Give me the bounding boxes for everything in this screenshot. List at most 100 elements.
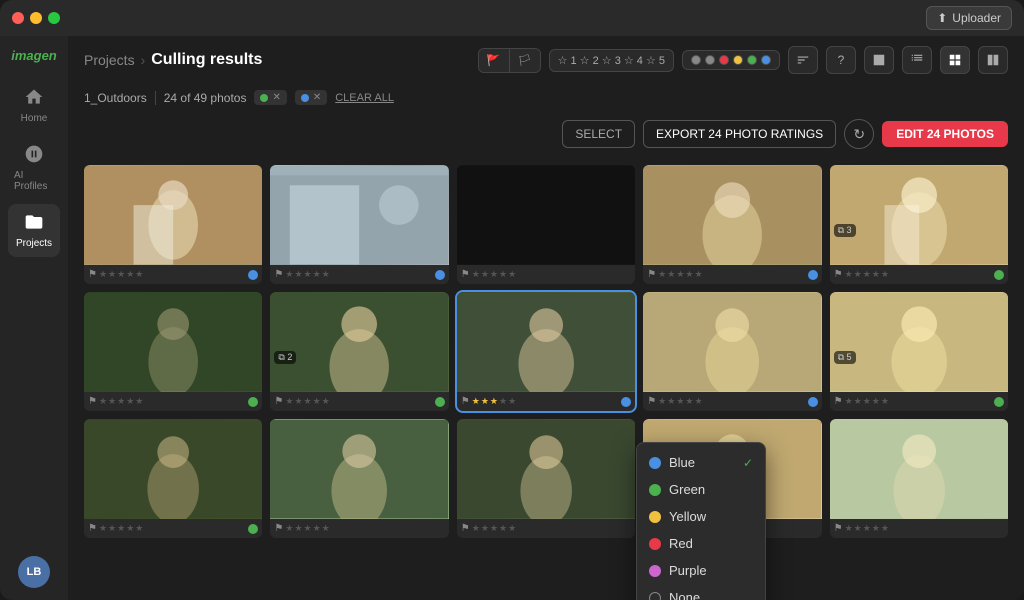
uploader-button[interactable]: ⬆ Uploader <box>926 6 1012 30</box>
flag-icon: ⚑ <box>834 523 843 534</box>
avatar[interactable]: LB <box>18 556 50 588</box>
star-rating: ★★★★★ <box>845 269 889 280</box>
blue-dot <box>649 457 661 469</box>
remove-green-filter[interactable]: ✕ <box>272 92 280 103</box>
edit-button[interactable]: EDIT 24 PHOTOS <box>882 121 1008 147</box>
photo-thumbnail: ⧉ 3 <box>830 165 1008 265</box>
dropdown-label-purple: Purple <box>669 563 707 578</box>
photo-footer: ⚑ ★★★★★ <box>643 265 821 284</box>
top-bar-right: 🚩 🏳 ☆ 1 ☆ 2 ☆ 3 ☆ 4 ☆ 5 <box>478 46 1008 74</box>
export-button[interactable]: EXPORT 24 PHOTO RATINGS <box>643 120 836 148</box>
star-rating: ★★★★★ <box>472 523 516 534</box>
flag-icon: ⚑ <box>88 269 97 280</box>
photo-thumbnail <box>270 165 448 265</box>
dropdown-label-red: Red <box>669 536 693 551</box>
top-bar: Projects › Culling results 🚩 🏳 ☆ 1 ☆ 2 ☆… <box>68 36 1024 84</box>
color-indicator <box>808 397 818 407</box>
photo-footer: ⚑ ★★★★★ <box>270 265 448 284</box>
single-view-btn[interactable] <box>864 46 894 74</box>
star-rating: ★★★★★ <box>472 269 516 280</box>
breadcrumb-parent[interactable]: Projects <box>84 52 135 68</box>
photo-card[interactable]: ⚑ ★★★★★ <box>84 292 262 411</box>
color-filter-empty2 <box>705 55 715 65</box>
star-rating: ★★★★★ <box>658 396 702 407</box>
breadcrumb-separator: › <box>141 52 146 68</box>
sort-icon-btn[interactable] <box>788 46 818 74</box>
color-filter-green <box>747 55 757 65</box>
compare-view-btn[interactable] <box>978 46 1008 74</box>
flag-icon: ⚑ <box>647 396 656 407</box>
photo-card[interactable]: ⚑ ★★★★★ <box>457 165 635 284</box>
photo-footer: ⚑ ★★★★★ <box>457 392 635 411</box>
photo-card[interactable]: ⚑ ★★★★★ <box>84 419 262 538</box>
dropdown-label-yellow: Yellow <box>669 509 706 524</box>
sidebar-item-home[interactable]: Home <box>8 79 60 132</box>
photo-footer: ⚑ ★★★★★ <box>270 519 448 538</box>
sidebar-item-label: Projects <box>16 238 52 249</box>
clear-all-button[interactable]: CLEAR ALL <box>335 92 394 104</box>
photo-badge: ⧉ 5 <box>834 351 856 364</box>
dropdown-item-red[interactable]: Red <box>637 530 765 557</box>
star-rating: ★★★★★ <box>285 523 329 534</box>
photo-thumbnail: ⧉ 2 <box>270 292 448 392</box>
photo-thumbnail <box>84 165 262 265</box>
photo-card[interactable]: ⧉ 3 ⚑ ★★★★★ <box>830 165 1008 284</box>
dropdown-item-green[interactable]: Green <box>637 476 765 503</box>
app-window: ⬆ Uploader imagen Home AI Profiles <box>0 0 1024 600</box>
flag-icon: ⚑ <box>461 523 470 534</box>
photo-thumbnail <box>643 165 821 265</box>
photo-footer: ⚑ ★★★★★ <box>84 265 262 284</box>
star-rating: ★★★★★ <box>99 523 143 534</box>
photo-card[interactable]: ⚑ ★★★★★ <box>643 292 821 411</box>
sidebar-item-projects[interactable]: Projects <box>8 204 60 257</box>
list-view-btn[interactable] <box>902 46 932 74</box>
color-filter[interactable] <box>682 50 780 70</box>
photo-grid: ⚑ ★★★★★ <box>84 165 1008 538</box>
select-button[interactable]: SELECT <box>562 120 635 148</box>
photo-footer: ⚑ ★★★★★ <box>830 265 1008 284</box>
photo-card[interactable]: ⚑ ★★★★★ <box>830 419 1008 538</box>
active-filter-green: ✕ <box>254 90 286 105</box>
photo-card[interactable]: ⧉ 5 ⚑ ★★★★★ <box>830 292 1008 411</box>
dropdown-item-none[interactable]: None <box>637 584 765 600</box>
dropdown-item-purple[interactable]: Purple <box>637 557 765 584</box>
color-filter-empty <box>691 55 701 65</box>
photo-card[interactable]: ⚑ ★★★★★ <box>270 419 448 538</box>
help-icon-btn[interactable]: ? <box>826 46 856 74</box>
star-filter[interactable]: ☆ 1 ☆ 2 ☆ 3 ☆ 4 ☆ 5 <box>549 49 674 72</box>
close-button[interactable] <box>12 12 24 24</box>
photo-card[interactable]: ⚑ ★★★★★ <box>270 165 448 284</box>
maximize-button[interactable] <box>48 12 60 24</box>
color-indicator[interactable] <box>621 397 631 407</box>
grid-area: ⚑ ★★★★★ <box>68 157 1024 600</box>
upload-icon: ⬆ <box>937 11 947 25</box>
photo-card[interactable]: ⚑ ★★★★★ <box>643 165 821 284</box>
minimize-button[interactable] <box>30 12 42 24</box>
photo-card-selected[interactable]: ⚑ ★★★★★ <box>457 292 635 411</box>
photo-card[interactable]: ⚑ ★★★★★ <box>84 165 262 284</box>
bookmark-filter-btn[interactable]: 🏳 <box>510 49 540 72</box>
photo-footer: ⚑ ★★★★★ <box>643 392 821 411</box>
uploader-label: Uploader <box>952 11 1001 25</box>
flag-icon: ⚑ <box>88 396 97 407</box>
dropdown-item-blue[interactable]: Blue ✓ <box>637 449 765 476</box>
refresh-button[interactable]: ↻ <box>844 119 874 149</box>
star-rating: ★★★★★ <box>845 523 889 534</box>
color-indicator <box>248 524 258 534</box>
remove-blue-filter[interactable]: ✕ <box>313 92 321 103</box>
sidebar-item-ai-profiles[interactable]: AI Profiles <box>8 136 60 200</box>
dropdown-item-yellow[interactable]: Yellow <box>637 503 765 530</box>
color-indicator <box>994 270 1004 280</box>
sidebar: imagen Home AI Profiles Projects <box>0 36 68 600</box>
flag-filter-btn[interactable]: 🚩 <box>479 49 510 72</box>
photo-thumbnail <box>84 419 262 519</box>
grid-view-btn[interactable] <box>940 46 970 74</box>
star-rating: ★★★★★ <box>845 396 889 407</box>
blue-filter-dot <box>301 94 309 102</box>
flag-icon: ⚑ <box>461 269 470 280</box>
photo-card[interactable]: ⧉ 2 ⚑ ★★★★★ <box>270 292 448 411</box>
flag-icon: ⚑ <box>274 396 283 407</box>
photo-card[interactable]: ⚑ ★★★★★ <box>457 419 635 538</box>
star-rating: ★★★★★ <box>99 269 143 280</box>
photo-count: 24 of 49 photos <box>164 91 247 105</box>
